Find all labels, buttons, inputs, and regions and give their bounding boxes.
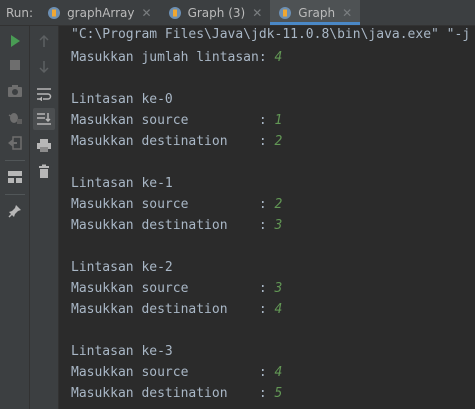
toolbar-divider <box>5 160 25 161</box>
tab-label: graphArray <box>67 5 135 20</box>
tab-graph[interactable]: Graph ✕ <box>270 0 361 25</box>
run-icon[interactable] <box>4 30 26 52</box>
run-tab-bar: Run: graphArray ✕ Graph (3) ✕ Graph ✕ <box>0 0 475 26</box>
trash-icon[interactable] <box>33 160 55 182</box>
user-input-value: 2 <box>274 197 283 212</box>
user-input-value: 4 <box>274 365 283 380</box>
print-icon[interactable] <box>33 134 55 156</box>
console-block-title: Lintasan ke-1 <box>71 176 173 191</box>
prompt-text: Masukkan source : <box>71 197 275 212</box>
exit-icon[interactable] <box>4 132 26 154</box>
java-class-run-icon <box>168 6 182 20</box>
console-line-source: Masukkan source : 2 <box>71 197 282 213</box>
user-input-value: 5 <box>274 386 283 401</box>
close-icon[interactable]: ✕ <box>252 7 262 19</box>
console-line-source: Masukkan source : 4 <box>71 365 282 381</box>
console-command-line: "C:\Program Files\Java\jdk-11.0.8\bin\ja… <box>71 27 471 42</box>
debug-bug-icon[interactable] <box>4 106 26 128</box>
console-line-source: Masukkan source : 1 <box>71 113 282 129</box>
stop-icon[interactable] <box>4 54 26 76</box>
tab-label: Graph <box>298 5 336 20</box>
prompt-text: Masukkan destination : <box>71 302 275 317</box>
run-tool-window: Run: graphArray ✕ Graph (3) ✕ Graph ✕ "C… <box>0 0 475 409</box>
run-toolbar-left <box>0 26 30 409</box>
prompt-text: Masukkan destination : <box>71 386 275 401</box>
console-line-destination: Masukkan destination : 3 <box>71 218 282 234</box>
java-class-run-icon <box>278 6 292 20</box>
java-class-run-icon <box>47 6 61 20</box>
arrow-up-icon[interactable] <box>33 30 55 52</box>
run-label: Run: <box>6 5 34 20</box>
prompt-text: Masukkan jumlah lintasan: <box>71 50 275 65</box>
user-input-value: 3 <box>274 281 283 296</box>
console-toolbar <box>30 26 59 409</box>
prompt-text: Masukkan destination : <box>71 134 275 149</box>
user-input-value: 2 <box>274 134 283 149</box>
console-block-title: Lintasan ke-0 <box>71 92 173 107</box>
prompt-text: Masukkan destination : <box>71 218 275 233</box>
camera-icon[interactable] <box>4 80 26 102</box>
pin-icon[interactable] <box>4 200 26 222</box>
tab-graph-array[interactable]: graphArray ✕ <box>39 0 160 25</box>
close-icon[interactable]: ✕ <box>142 7 152 19</box>
console-block-title: Lintasan ke-2 <box>71 260 173 275</box>
user-input-value: 3 <box>274 218 283 233</box>
prompt-text: Masukkan source : <box>71 281 275 296</box>
console-block-title: Lintasan ke-3 <box>71 344 173 359</box>
scroll-to-end-icon[interactable] <box>33 108 55 130</box>
layout-icon[interactable] <box>4 166 26 188</box>
prompt-text: Masukkan source : <box>71 113 275 128</box>
close-icon[interactable]: ✕ <box>342 7 352 19</box>
console-line-destination: Masukkan destination : 4 <box>71 302 282 318</box>
user-input-value: 1 <box>274 113 283 128</box>
tab-graph-3[interactable]: Graph (3) ✕ <box>160 0 271 25</box>
console-line-source: Masukkan source : 3 <box>71 281 282 297</box>
console-output[interactable]: "C:\Program Files\Java\jdk-11.0.8\bin\ja… <box>59 26 475 409</box>
user-input-value: 4 <box>274 50 283 65</box>
soft-wrap-icon[interactable] <box>33 83 55 105</box>
arrow-down-icon[interactable] <box>33 56 55 78</box>
toolbar-divider <box>5 194 25 195</box>
prompt-text: Masukkan source : <box>71 365 275 380</box>
console-line-destination: Masukkan destination : 2 <box>71 134 282 150</box>
console-line-jumlah: Masukkan jumlah lintasan: 4 <box>71 50 282 66</box>
user-input-value: 4 <box>274 302 283 317</box>
console-line-destination: Masukkan destination : 5 <box>71 386 282 402</box>
tab-label: Graph (3) <box>187 5 246 20</box>
